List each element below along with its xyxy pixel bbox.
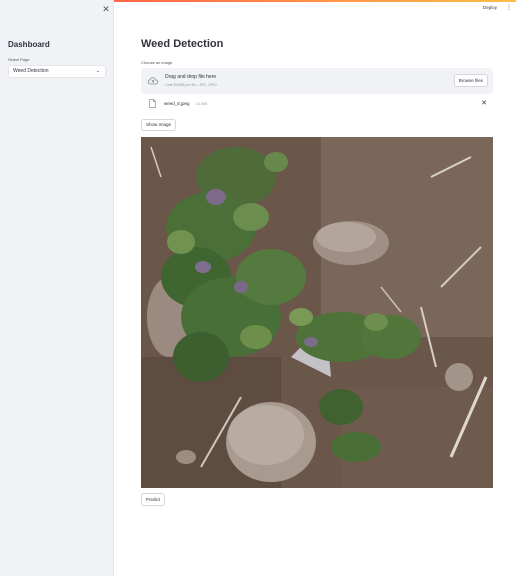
uploaded-file-row: weed_8.jpeg 13.0KB ✕ [141,98,493,110]
file-size: 13.0KB [196,101,208,106]
predict-button[interactable]: Predict [141,493,166,506]
page-select[interactable]: Weed Detection ⌄ [8,65,106,78]
dropzone-limits: Limit 200MB per file • JPG, JPEG [165,83,217,87]
file-dropzone[interactable]: Drag and drop file here Limit 200MB per … [141,68,493,94]
select-page-label: Select Page [8,57,30,62]
chevron-down-icon: ⌄ [95,68,100,74]
file-icon [149,99,156,108]
page-select-value: Weed Detection [13,68,49,74]
uploader-label: Choose an image [141,60,173,65]
dropzone-instructions: Drag and drop file here [165,74,217,80]
browse-files-button[interactable]: Browse files [453,74,488,87]
header-toolbar: Deploy ⋮ [480,4,512,11]
kebab-menu-icon[interactable]: ⋮ [506,5,512,11]
weed-photo [141,137,493,488]
file-name: weed_8.jpeg [164,101,190,106]
close-icon[interactable]: ✕ [101,4,111,14]
page-title: Weed Detection [141,38,224,50]
show-image-button[interactable]: Show Image [141,119,177,131]
cloud-upload-icon [147,77,159,85]
deploy-button[interactable]: Deploy [480,4,500,11]
sidebar-title: Dashboard [8,40,50,49]
remove-file-icon[interactable]: ✕ [481,99,487,108]
sidebar: ✕ Dashboard Select Page Weed Detection ⌄ [0,0,114,576]
